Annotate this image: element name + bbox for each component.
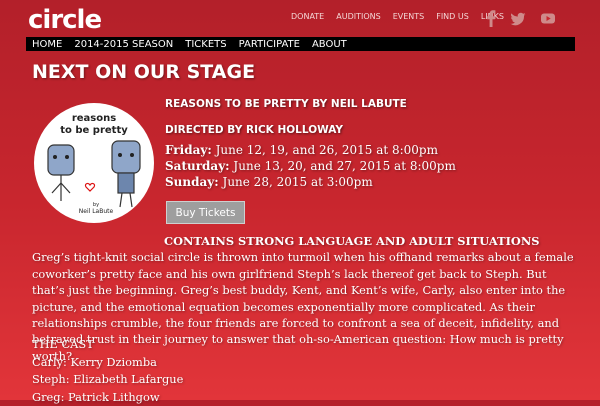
schedule-friday: Friday: June 12, 19, and 26, 2015 at 8:0… [165, 143, 438, 157]
poster-heart [85, 184, 94, 191]
poster-title-line2: to be pretty [60, 125, 128, 136]
buy-tickets-button[interactable]: Buy Tickets [166, 201, 245, 224]
nav-participate[interactable]: PARTICIPATE [239, 39, 300, 50]
schedule-sunday: Sunday: June 28, 2015 at 3:00pm [165, 175, 373, 189]
nav-tickets[interactable]: TICKETS [185, 39, 226, 50]
youtube-icon[interactable] [540, 10, 556, 27]
poster-title-line1: reasons [72, 113, 116, 124]
top-utility-nav: DONATE AUDITIONS EVENTS FIND US LINKS [291, 12, 504, 21]
show-poster-image: reasons to be pretty by Neil LaBute [34, 103, 154, 223]
page-title: NEXT ON OUR STAGE [32, 61, 255, 83]
poster-figure-right [112, 141, 140, 207]
nav-find-us[interactable]: FIND US [436, 12, 469, 21]
show-title: REASONS TO BE PRETTY BY NEIL LABUTE [165, 98, 407, 110]
cast-member: Greg: Patrick Lithgow [32, 389, 183, 406]
social-links [486, 10, 556, 27]
nav-about[interactable]: ABOUT [312, 39, 347, 50]
schedule-dates: June 28, 2015 at 3:00pm [219, 175, 373, 189]
schedule-day: Saturday: [165, 159, 230, 173]
nav-season[interactable]: 2014-2015 SEASON [74, 39, 173, 50]
twitter-icon[interactable] [510, 10, 526, 27]
nav-donate[interactable]: DONATE [291, 12, 324, 21]
nav-auditions[interactable]: AUDITIONS [336, 12, 380, 21]
cast-heading: THE CAST [32, 336, 183, 354]
cast-list: THE CAST Carly: Kerry Dziomba Steph: Eli… [32, 336, 183, 406]
poster-figure-left [48, 145, 74, 201]
facebook-icon[interactable] [486, 10, 496, 27]
content-warning: CONTAINS STRONG LANGUAGE AND ADULT SITUA… [32, 234, 539, 248]
site-logo[interactable]: circle [28, 6, 101, 34]
nav-events[interactable]: EVENTS [393, 12, 425, 21]
poster-byline-author: Neil LaBute [79, 208, 114, 215]
cast-member: Steph: Elizabeth Lafargue [32, 371, 183, 389]
nav-home[interactable]: HOME [32, 39, 62, 50]
schedule-dates: June 13, 20, and 27, 2015 at 8:00pm [230, 159, 456, 173]
schedule-day: Sunday: [165, 175, 219, 189]
schedule-dates: June 12, 19, and 26, 2015 at 8:00pm [212, 143, 438, 157]
main-nav: HOME 2014-2015 SEASON TICKETS PARTICIPAT… [26, 37, 575, 51]
schedule-saturday: Saturday: June 13, 20, and 27, 2015 at 8… [165, 159, 456, 173]
schedule-day: Friday: [165, 143, 212, 157]
show-director: DIRECTED BY RICK HOLLOWAY [165, 124, 343, 136]
cast-member: Carly: Kerry Dziomba [32, 354, 183, 372]
